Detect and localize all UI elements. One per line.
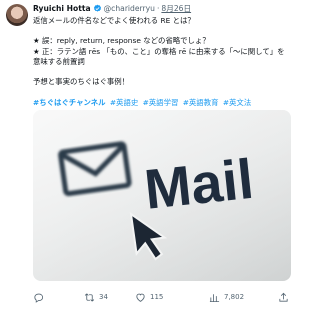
tweet-text-line: ★ 誤：reply, return, response などの省略でしょ？ — [33, 36, 210, 46]
author-handle[interactable]: @chariderryu — [104, 4, 155, 13]
like-count: 115 — [150, 293, 164, 301]
header-separator: · — [156, 3, 160, 13]
tweet-media-image[interactable]: Mail — [33, 110, 291, 281]
retweet-button[interactable]: 34 — [84, 290, 108, 304]
views-icon — [209, 293, 220, 302]
views-button[interactable]: 7,802 — [209, 290, 244, 304]
hashtag-link[interactable]: #英語史 — [110, 98, 138, 107]
hashtag-link[interactable]: #英語教育 — [183, 98, 219, 107]
tweet-text-line: 予想と事実のちぐはぐ事例！ — [33, 77, 130, 87]
hashtag-link[interactable]: #ちぐはぐチャンネル — [33, 98, 106, 107]
hashtag-row: #ちぐはぐチャンネル #英語史 #英語学習 #英語教育 #英文法 — [33, 97, 295, 108]
action-bar: 34 115 7,802 — [33, 290, 295, 304]
tweet-text-line: 返信メールの件名などでよく使われる RE とは？ — [33, 16, 195, 25]
hashtag-link[interactable]: #英語学習 — [143, 98, 179, 107]
like-icon — [136, 293, 145, 302]
share-icon — [279, 292, 288, 302]
views-count: 7,802 — [224, 293, 245, 301]
tweet-text-line: ★ 正：ラテン語 rēs 「もの、こと」の奪格 rē に由来する「～に関して」を — [33, 46, 285, 56]
like-button[interactable]: 115 — [135, 290, 163, 304]
share-button[interactable] — [278, 290, 293, 304]
reply-button[interactable] — [33, 290, 48, 304]
retweet-count: 34 — [99, 293, 108, 301]
retweet-icon — [84, 293, 95, 301]
avatar[interactable] — [6, 4, 28, 26]
verified-badge-icon — [93, 4, 101, 12]
tweet-text: 返信メールの件名などでよく使われる RE とは？ ★ 誤：reply, retu… — [33, 16, 295, 87]
tweet-text-spacer — [33, 26, 295, 36]
media-mail-text: Mail — [141, 147, 256, 221]
author-name[interactable]: Ryuichi Hotta — [33, 4, 91, 13]
tweet-text-line: 意味する前置詞 — [33, 56, 85, 66]
media-illustration: Mail — [33, 110, 291, 281]
hashtag-link[interactable]: #英文法 — [223, 98, 251, 107]
reply-icon — [34, 293, 44, 303]
tweet-text-spacer — [33, 67, 295, 77]
tweet-date-link[interactable]: 8月26日 — [161, 3, 191, 14]
tweet-card[interactable]: Ryuichi Hotta @chariderryu · 8月26日 返信メール… — [0, 0, 300, 309]
tweet-header: Ryuichi Hotta @chariderryu · 8月26日 — [33, 2, 293, 14]
